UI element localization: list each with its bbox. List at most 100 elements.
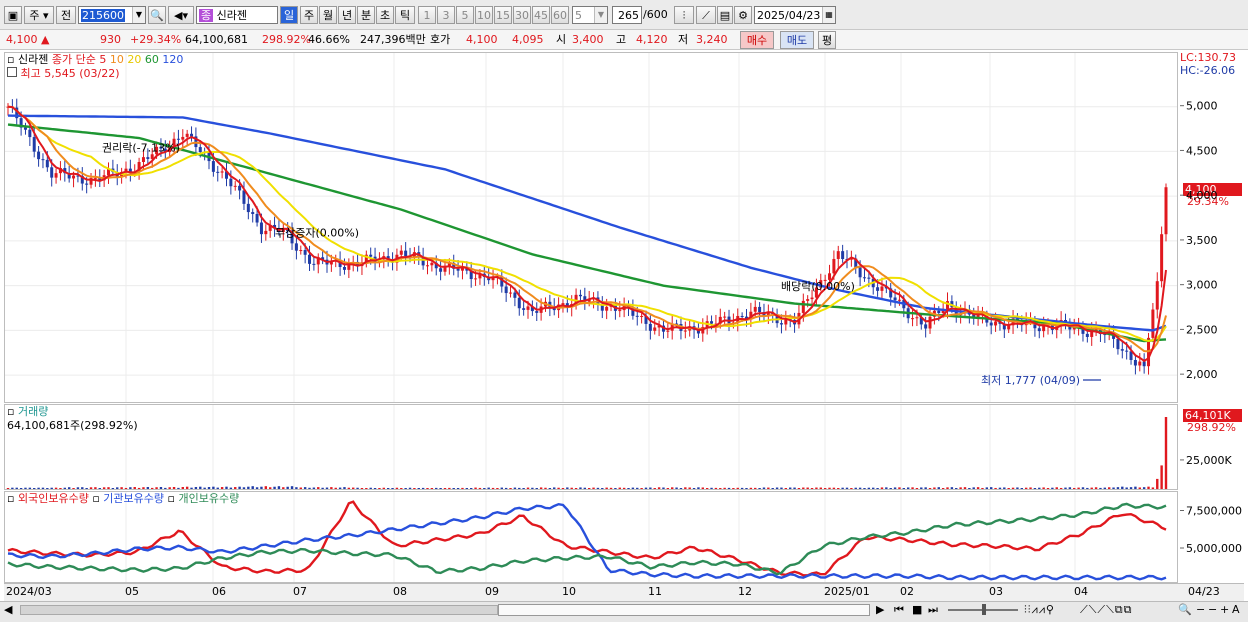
count-input[interactable]: 265 xyxy=(612,6,642,24)
volume-rate: 298.92% xyxy=(262,33,311,46)
indicator-tools-icon[interactable]: ⫶⫶⩘⩘⚲ xyxy=(1024,602,1055,618)
speaker-icon[interactable]: ◀▾ xyxy=(168,6,194,24)
minute-option-1[interactable]: 1 xyxy=(418,6,436,24)
volume-bar xyxy=(317,487,320,489)
volume-bar xyxy=(570,487,573,489)
volume-bar xyxy=(1029,487,1032,489)
volume-bar xyxy=(509,488,512,489)
volume-bar xyxy=(11,487,14,489)
draw-tools-icon[interactable]: ⟋⟍⟋⟍⧉⧉ xyxy=(1080,602,1133,618)
volume-bar xyxy=(705,488,709,489)
volume-bar xyxy=(941,488,945,489)
volume-bar xyxy=(631,487,635,489)
period-tab-week[interactable]: 주 xyxy=(300,6,318,24)
text-icon[interactable]: A xyxy=(1232,602,1240,618)
volume-bar xyxy=(985,487,989,489)
volume-bar xyxy=(89,487,93,489)
candle-type-icon[interactable]: ⫶ xyxy=(674,6,694,24)
ma60-line xyxy=(7,123,1167,343)
volume-bar xyxy=(107,487,110,489)
volume-bar xyxy=(579,487,582,489)
volume-bar xyxy=(767,487,770,489)
zoom-slider-handle[interactable] xyxy=(982,604,986,615)
date-value: 2025/04/23 xyxy=(757,9,821,22)
minute-option-5[interactable]: 5 xyxy=(456,6,474,24)
volume-bar xyxy=(194,487,198,489)
holdings-panel[interactable]: ▫ 외국인보유수량 ▫ 기관보유수량 ▫ 개인보유수량 xyxy=(4,491,1178,583)
period-select[interactable]: 주 ▾ xyxy=(24,6,54,24)
price-chart-panel[interactable]: 권리락(-7.13%) 무상증자(0.00%) 배당락(0.00%) 최저 1,777… xyxy=(4,52,1178,403)
jump-end-icon[interactable]: ⏭ xyxy=(928,602,938,618)
volume-bar xyxy=(828,487,831,489)
candle-body xyxy=(312,263,316,265)
buy-button[interactable]: 매수 xyxy=(740,31,774,49)
volume-panel[interactable]: ▫ 거래량 64,100,681주(298.92%) xyxy=(4,404,1178,490)
volume-bar xyxy=(177,487,180,489)
eval-button[interactable]: 평 xyxy=(818,31,836,49)
scroll-left-icon[interactable]: ◀ xyxy=(4,602,12,618)
calendar-icon[interactable]: ▦ xyxy=(822,7,835,23)
sell-button[interactable]: 매도 xyxy=(780,31,814,49)
volume-bar xyxy=(50,487,53,489)
candle-body xyxy=(640,315,644,317)
period-tab-month[interactable]: 월 xyxy=(319,6,337,24)
period-tab-tick[interactable]: 틱 xyxy=(395,6,415,24)
scrollbar-thumb[interactable] xyxy=(498,604,870,616)
jump-start-icon[interactable]: ⏮ xyxy=(894,602,904,618)
minute-option-30[interactable]: 30 xyxy=(513,6,531,24)
zoom-out-icon[interactable]: − xyxy=(1196,602,1205,618)
volume-bar xyxy=(159,487,163,489)
layout-icon[interactable]: ▣ xyxy=(4,6,22,24)
volume-bar xyxy=(845,487,849,489)
candle-body xyxy=(246,203,250,213)
price-tick-label: 4,500 xyxy=(1186,144,1218,157)
volume-bar xyxy=(116,487,119,489)
scrollbar-track[interactable] xyxy=(20,605,498,615)
volume-bar xyxy=(439,488,442,489)
candle-body xyxy=(858,267,862,278)
minute-option-10[interactable]: 10 xyxy=(475,6,493,24)
candle-body xyxy=(605,306,609,311)
volume-bar xyxy=(496,488,499,489)
volume-bar xyxy=(701,487,704,489)
minus-icon[interactable]: − xyxy=(1208,602,1217,618)
current-price: 4,100 ▲ xyxy=(6,31,66,49)
change-rate: +29.34% xyxy=(130,33,182,46)
volume-bar xyxy=(679,488,683,489)
gear-icon[interactable]: ⚙ xyxy=(734,6,752,24)
plus-icon[interactable]: + xyxy=(1220,602,1229,618)
volume-bar xyxy=(946,487,949,489)
high-price: 4,120 xyxy=(636,33,668,46)
chevron-down-icon[interactable]: ▼ xyxy=(132,7,145,23)
interval-select[interactable]: 5 ▼ xyxy=(572,6,608,24)
volume-bar xyxy=(6,488,10,489)
stock-name-field[interactable]: 종 신라젠 xyxy=(196,6,278,24)
draw-tool-icon[interactable]: ⟋ xyxy=(696,6,716,24)
volume-bar xyxy=(133,487,136,489)
period-tab-minute[interactable]: 분 xyxy=(357,6,375,24)
scroll-right-icon[interactable]: ▶ xyxy=(876,602,884,618)
count-total: /600 xyxy=(643,8,668,21)
volume-bar xyxy=(601,488,604,489)
volume-bar xyxy=(234,487,237,489)
chevron-down-icon[interactable]: ▼ xyxy=(594,7,607,23)
volume-bar xyxy=(373,488,377,489)
volume-bar xyxy=(1068,487,1072,489)
period-tab-year[interactable]: 년 xyxy=(338,6,356,24)
candle-body xyxy=(45,159,49,168)
minute-option-15[interactable]: 15 xyxy=(494,6,512,24)
date-input[interactable]: 2025/04/23 ▦ xyxy=(754,6,836,24)
zoom-icon[interactable]: 🔍 xyxy=(1178,602,1192,618)
minute-option-60[interactable]: 60 xyxy=(551,6,569,24)
minute-option-3[interactable]: 3 xyxy=(437,6,455,24)
stock-code-input[interactable]: 215600 ▼ xyxy=(78,6,146,24)
candle-body xyxy=(216,171,220,173)
period-tab-second[interactable]: 초 xyxy=(376,6,394,24)
minute-option-45[interactable]: 45 xyxy=(532,6,550,24)
volume-bar xyxy=(548,488,552,489)
save-icon[interactable]: ▤ xyxy=(717,6,733,24)
period-tab-day[interactable]: 일 xyxy=(280,6,298,24)
mode-button[interactable]: 전 xyxy=(56,6,76,24)
search-icon[interactable]: 🔍 xyxy=(148,6,166,24)
stop-icon[interactable]: ■ xyxy=(912,602,922,618)
